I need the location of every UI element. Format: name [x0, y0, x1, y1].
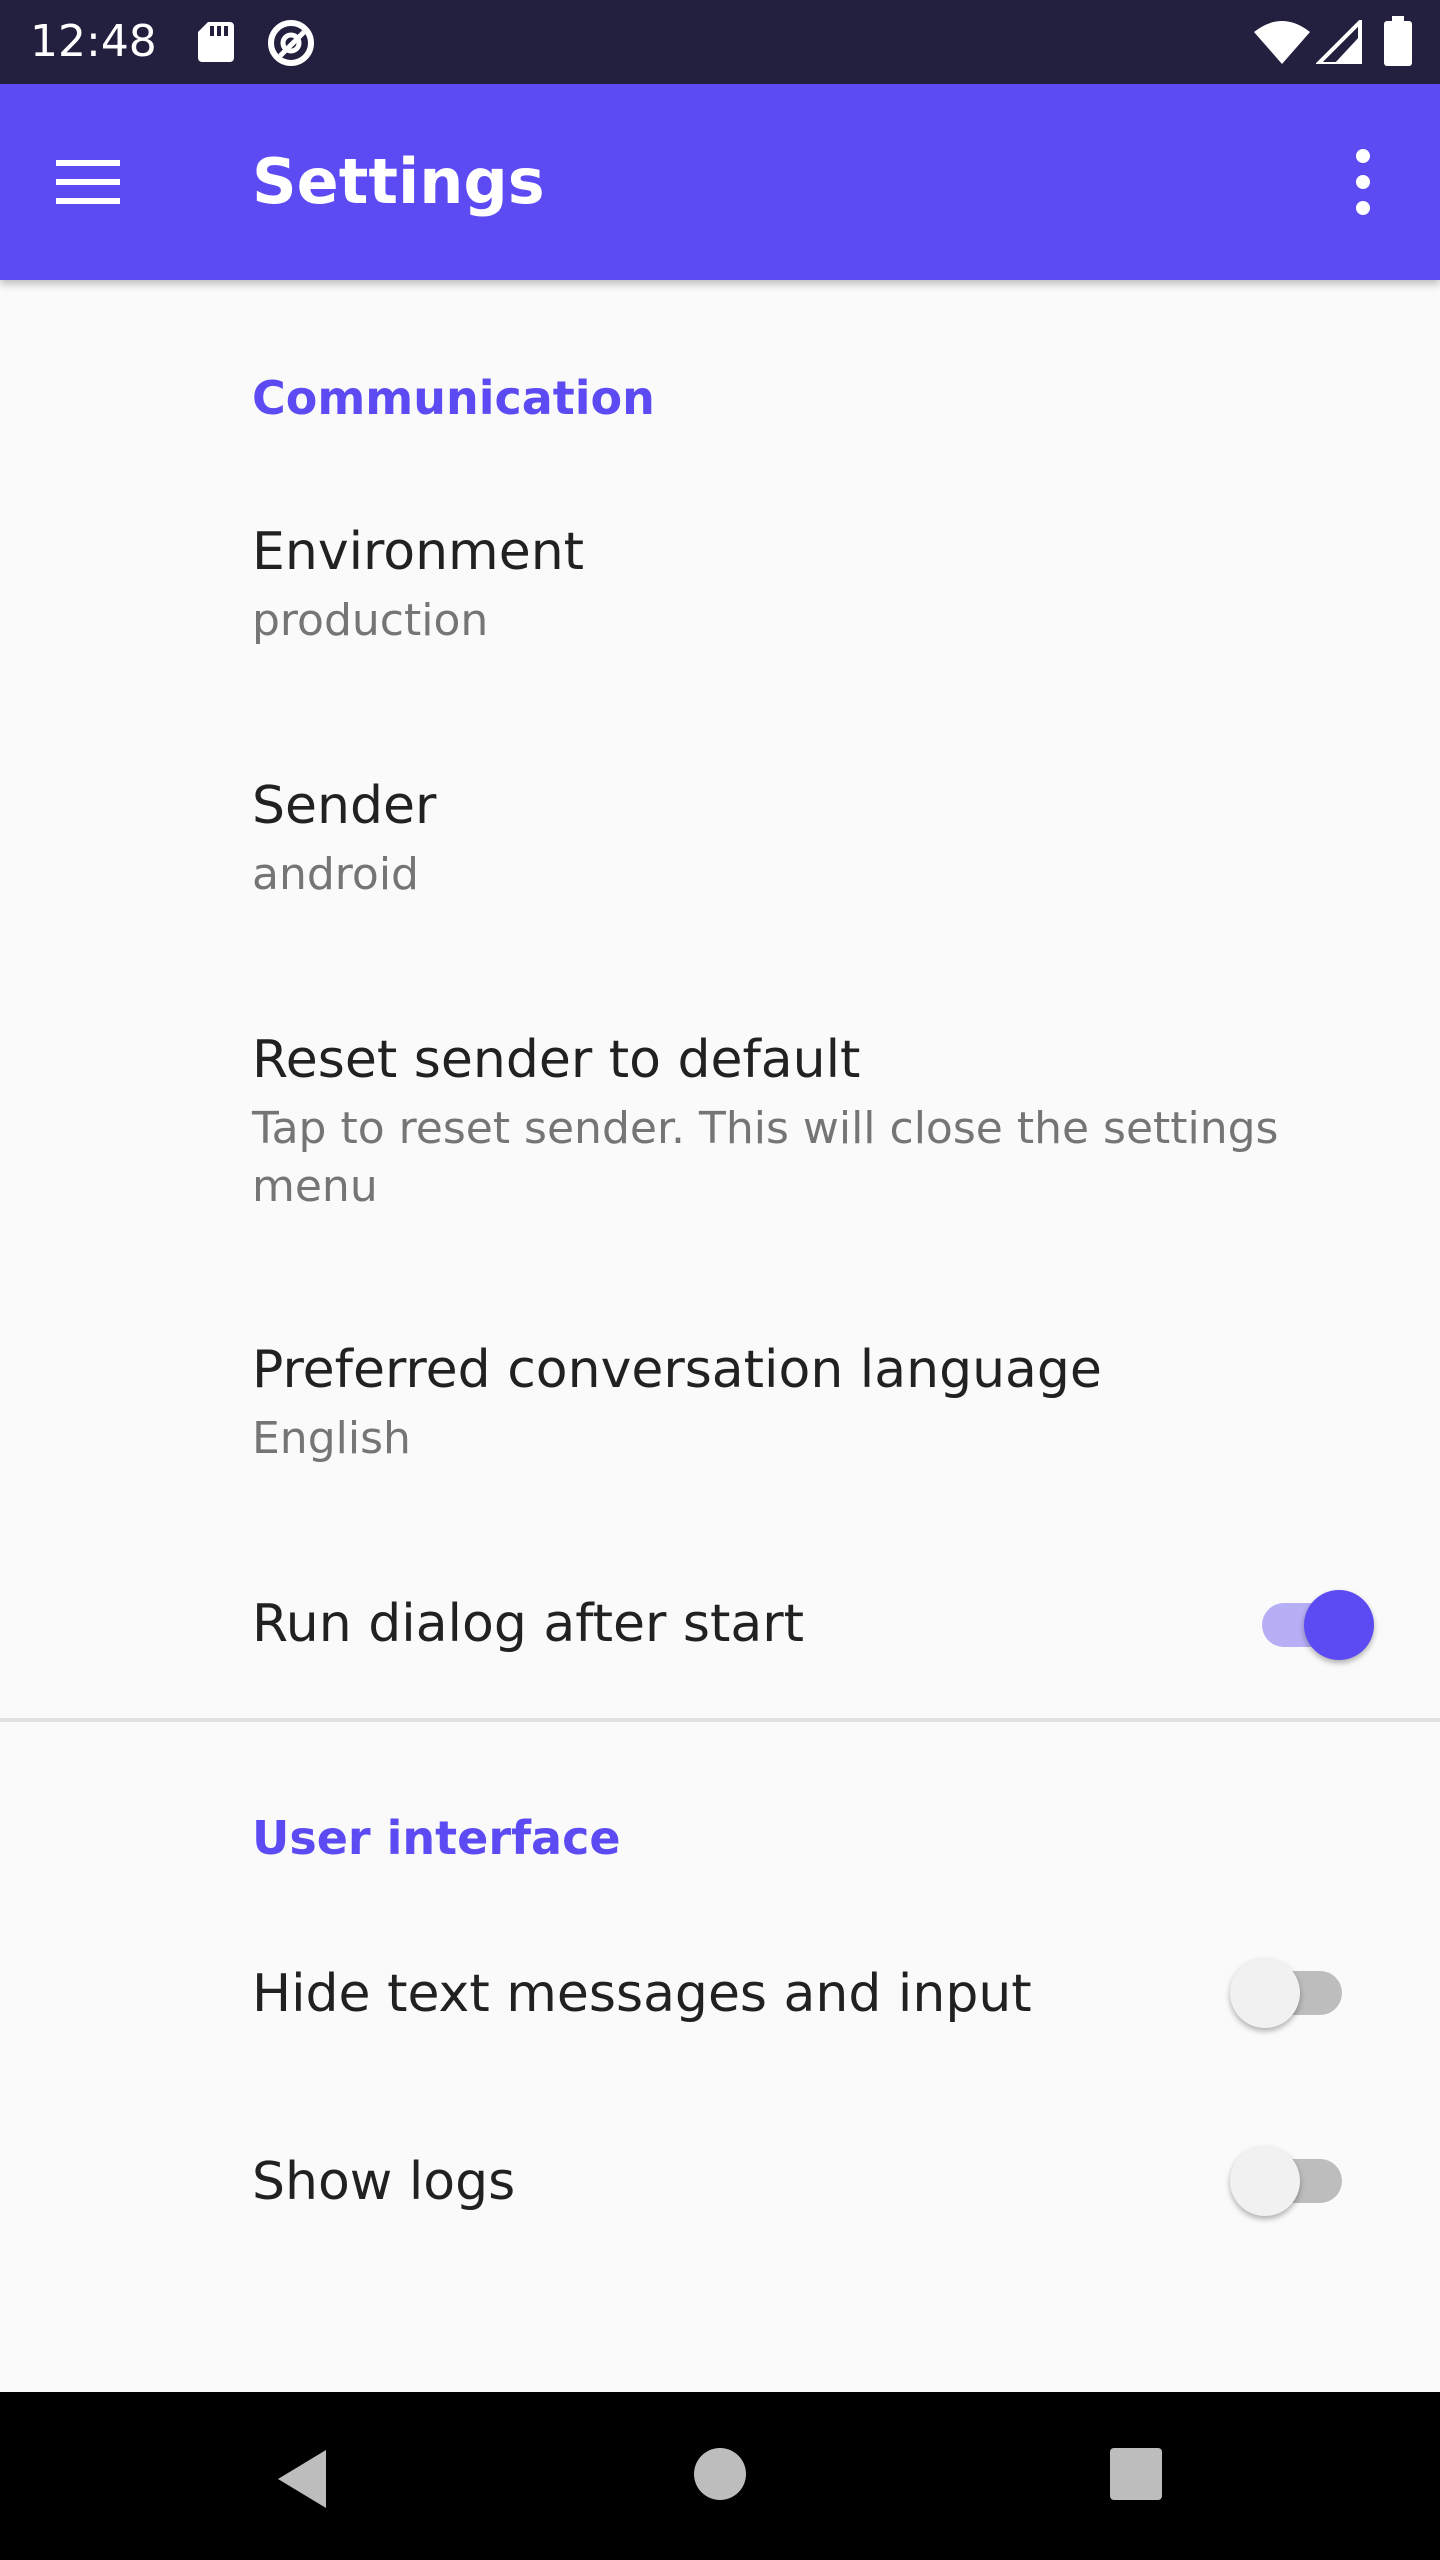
run-dialog-switch[interactable]	[1254, 1590, 1374, 1660]
hamburger-menu-icon	[56, 160, 120, 204]
pref-environment-summary: production	[252, 595, 489, 646]
pref-hide-text-title: Hide text messages and input	[252, 1964, 1032, 2024]
pref-environment[interactable]: Environment production	[0, 480, 1440, 700]
pref-reset-sender-title: Reset sender to default	[252, 1030, 861, 1090]
page-title: Settings	[252, 145, 545, 218]
switch-thumb	[1304, 1590, 1374, 1660]
pref-language-summary: English	[252, 1413, 411, 1464]
pref-environment-title: Environment	[252, 522, 585, 582]
switch-thumb	[1230, 2146, 1300, 2216]
pref-language-title: Preferred conversation language	[252, 1340, 1102, 1400]
pref-sender-summary: android	[252, 849, 419, 900]
at-sign-icon	[268, 20, 314, 66]
app-bar: Settings	[0, 84, 1440, 280]
section-divider	[0, 1718, 1440, 1722]
home-icon[interactable]	[690, 2444, 750, 2504]
more-vert-icon	[1356, 149, 1370, 215]
section-header-user-interface: User interface	[252, 1811, 621, 1865]
pref-hide-text[interactable]: Hide text messages and input	[0, 1920, 1440, 2070]
navigation-bar	[0, 2392, 1440, 2560]
show-logs-switch[interactable]	[1230, 2146, 1350, 2216]
status-time: 12:48	[30, 16, 157, 67]
hide-text-switch[interactable]	[1230, 1958, 1350, 2028]
pref-reset-sender-summary: Tap to reset sender. This will close the…	[252, 1103, 1279, 1212]
pref-show-logs[interactable]: Show logs	[0, 2108, 1440, 2258]
switch-thumb	[1230, 1958, 1300, 2028]
pref-run-dialog-title: Run dialog after start	[252, 1594, 805, 1654]
pref-reset-sender[interactable]: Reset sender to default Tap to reset sen…	[0, 988, 1440, 1268]
back-icon[interactable]	[270, 2444, 340, 2514]
menu-button[interactable]	[48, 142, 128, 222]
wifi-icon	[1254, 21, 1310, 64]
pref-sender[interactable]: Sender android	[0, 734, 1440, 954]
more-options-button[interactable]	[1328, 142, 1398, 222]
battery-icon	[1384, 16, 1412, 66]
signal-icon	[1316, 20, 1362, 64]
sd-card-icon	[198, 22, 234, 62]
pref-run-dialog[interactable]: Run dialog after start	[0, 1554, 1440, 1694]
recents-icon[interactable]	[1106, 2444, 1166, 2504]
pref-sender-title: Sender	[252, 776, 437, 836]
pref-show-logs-title: Show logs	[252, 2152, 516, 2212]
pref-conversation-language[interactable]: Preferred conversation language English	[0, 1298, 1440, 1518]
section-header-communication: Communication	[252, 371, 655, 425]
status-bar: 12:48	[0, 0, 1440, 84]
